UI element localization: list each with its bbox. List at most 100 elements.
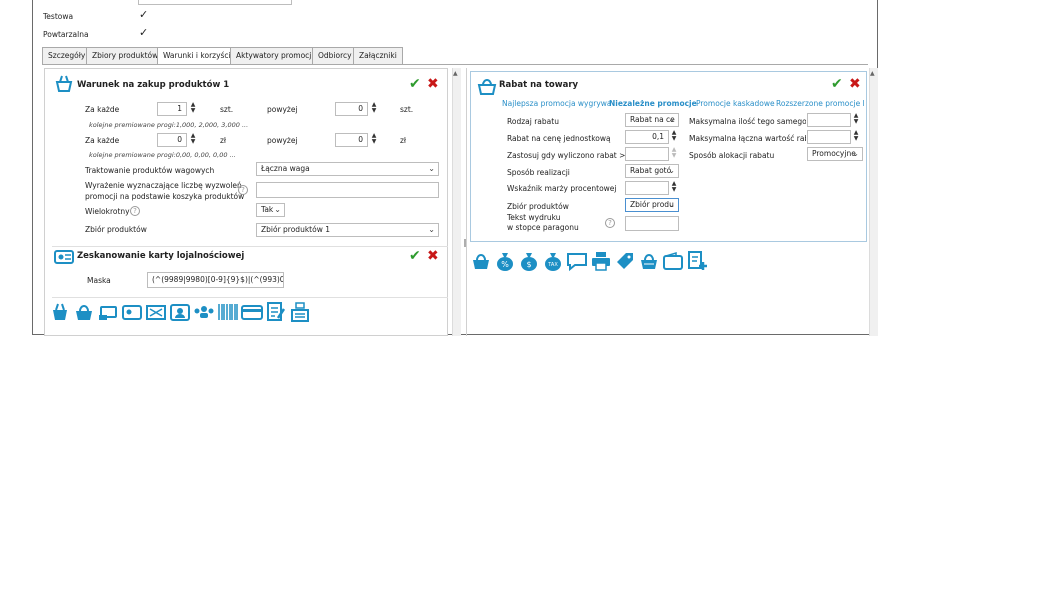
basket-discount-icon [476,76,498,100]
bag-tax-icon[interactable]: TAX [542,250,564,276]
section-divider [52,297,448,298]
basket-discount-icon[interactable] [470,250,492,276]
promo-tab-best[interactable]: Najlepsza promocja wygrywa [502,99,612,108]
mask-label: Maska [87,276,111,285]
chevron-down-icon: ⌄ [428,225,435,234]
powtarzalna-checkbox[interactable]: ✓ [139,26,148,39]
card-hand-icon[interactable] [97,301,119,327]
unit-price-input[interactable]: 0,1 [625,130,669,144]
form-edit-icon[interactable] [265,301,287,327]
benefit-accept-icon[interactable]: ✔ [831,77,843,91]
promo-tab-cascade[interactable]: Promocje kaskadowe [696,99,775,108]
allocation-select[interactable]: Promocyjne ⌄ [807,147,863,161]
svg-text:$: $ [526,260,531,269]
tab-odbiorcy[interactable]: Odbiorcy [312,47,358,64]
apply-when-spinner[interactable]: ▲ ▼ [670,147,678,159]
add-document-icon[interactable] [686,250,708,276]
expression-help-icon[interactable]: ? [238,185,248,195]
max-qty-label: Maksymalna ilość tego samego to [689,117,806,126]
row1-qty-input[interactable]: 1 [157,102,187,116]
print-text-help-icon[interactable]: ? [605,218,615,228]
promo-tab-extended[interactable]: Rozszerzone promocje ka [776,99,864,108]
max-total-input[interactable] [807,130,851,144]
chevron-down-icon: ⌄ [428,164,435,173]
row2-amount-input[interactable]: 0 [157,133,187,147]
max-qty-input[interactable] [807,113,851,127]
row2-above-spinner[interactable]: ▲ ▼ [370,133,378,145]
svg-text:TAX: TAX [547,262,558,268]
row2-above-input[interactable]: 0 [335,133,368,147]
apply-when-input[interactable] [625,147,669,161]
condition-accept-icon[interactable]: ✔ [409,77,421,91]
realization-select[interactable]: Rabat gotó ⌄ [625,164,679,178]
scroll-up-arrow-icon[interactable]: ▲ [870,70,875,77]
splitter-line [466,68,467,336]
basket-icon[interactable] [73,301,95,327]
section-divider [52,246,448,247]
print-text-label-line1: Tekst wydruku [507,213,561,222]
loyalty-accept-icon[interactable]: ✔ [409,249,421,263]
discount-type-select[interactable]: Rabat na ce ⌄ [625,113,679,127]
multiple-help-icon[interactable]: ? [130,206,140,216]
unit-price-spinner[interactable]: ▲ ▼ [670,130,678,142]
wallet-icon[interactable] [662,250,684,276]
chevron-down-icon: ⌄ [668,166,675,175]
loyalty-card-icon[interactable] [121,301,143,327]
right-scrollbar[interactable] [869,68,878,336]
max-total-spinner[interactable]: ▲ ▼ [852,130,860,142]
productset-label: Zbiór produktów [85,225,147,234]
left-scrollbar[interactable] [452,68,461,336]
multiple-select[interactable]: Tak ⌄ [256,203,285,217]
tab-aktywatory-promocji[interactable]: Aktywatory promocji [230,47,320,64]
promo-tab-independent[interactable]: Niezależne promocje [609,99,697,108]
productset-select[interactable]: Zbiór produktów 1 ⌄ [256,223,439,237]
top-field-partial[interactable] [138,0,292,5]
benefit-remove-icon[interactable]: ✖ [849,77,861,91]
hand-basket-icon [53,74,75,98]
scroll-up-arrow-icon[interactable]: ▲ [453,70,458,77]
credit-card-icon[interactable] [241,301,263,327]
weight-label: Traktowanie produktów wagowych [85,166,215,175]
expression-input[interactable] [256,182,439,198]
bag-percent-icon[interactable]: % [494,250,516,276]
left-toolbar [49,301,329,327]
row1-qty-spinner[interactable]: ▲ ▼ [189,102,197,114]
margin-spinner[interactable]: ▲ ▼ [670,181,678,193]
id-card-icon[interactable] [169,301,191,327]
right-productset-label: Zbiór produktów [507,202,569,211]
tab-szczegoly[interactable]: Szczegóły [42,47,92,64]
tab-zbiory-produktow[interactable]: Zbiory produktów [86,47,165,64]
basket-gift-icon[interactable] [638,250,660,276]
row1-above-input[interactable]: 0 [335,102,368,116]
expression-label-line1: Wyrażenie wyznaczające liczbę wyzwoleń [85,181,242,190]
cash-register-icon[interactable] [289,301,311,327]
row1-unit: szt. [220,105,234,114]
speech-icon[interactable] [566,250,588,276]
bag-dollar-icon[interactable]: $ [518,250,540,276]
hand-basket-icon[interactable] [49,301,71,327]
apply-when-label: Zastosuj gdy wyliczono rabat >= [507,151,632,160]
right-productset-select[interactable]: Zbiór produ ⌄ [625,198,679,212]
testowa-checkbox[interactable]: ✓ [139,8,148,21]
row2-amount-spinner[interactable]: ▲ ▼ [189,133,197,145]
weight-select[interactable]: Łączna waga ⌄ [256,162,439,176]
tab-zalaczniki[interactable]: Załączniki [353,47,403,64]
chevron-down-icon: ⌄ [668,115,675,124]
voucher-icon[interactable] [145,301,167,327]
row2-above-unit: zł [400,136,407,145]
barcode-icon[interactable] [217,301,239,327]
group-icon[interactable] [193,301,215,327]
tab-warunki-i-korzysci[interactable]: Warunki i korzyści [157,47,237,65]
tag-icon[interactable] [614,250,636,276]
print-text-input[interactable] [625,216,679,231]
condition-remove-icon[interactable]: ✖ [427,77,439,91]
row2-hint: kolejne premiowane progi:0,00, 0,00, 0,0… [89,151,236,159]
max-qty-spinner[interactable]: ▲ ▼ [852,113,860,125]
print-text-label-line2: w stopce paragonu [507,223,579,232]
row1-above-spinner[interactable]: ▲ ▼ [370,102,378,114]
margin-input[interactable] [625,181,669,195]
svg-text:%: % [501,260,509,269]
loyalty-remove-icon[interactable]: ✖ [427,249,439,263]
mask-input[interactable]: (^(9989|9980)[0-9]{9}$)|(^(993)0 [147,272,284,288]
printer-icon[interactable] [590,250,612,276]
